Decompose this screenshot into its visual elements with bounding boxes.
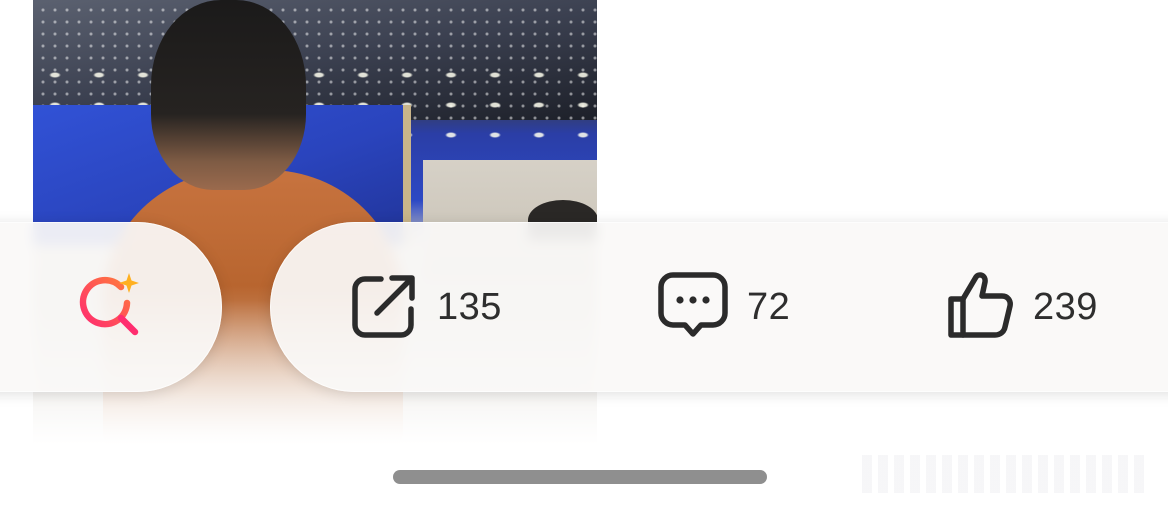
comment-button[interactable]: 72	[657, 222, 790, 392]
comment-icon	[657, 269, 729, 346]
share-icon	[347, 269, 419, 346]
post-actions-bar: 135 72 239	[270, 222, 1168, 392]
faint-background-text	[862, 455, 1144, 493]
ai-search-icon	[75, 269, 147, 346]
home-indicator[interactable]	[393, 470, 767, 484]
like-button[interactable]: 239	[943, 222, 1098, 392]
comment-count: 72	[747, 285, 791, 328]
ai-search-button[interactable]	[0, 222, 222, 392]
photo-person-head	[151, 0, 306, 190]
share-button[interactable]: 135	[347, 222, 502, 392]
share-count: 135	[437, 285, 502, 328]
thumbs-up-icon	[943, 269, 1015, 346]
screen: ME	[0, 0, 1168, 505]
like-count: 239	[1033, 285, 1098, 328]
